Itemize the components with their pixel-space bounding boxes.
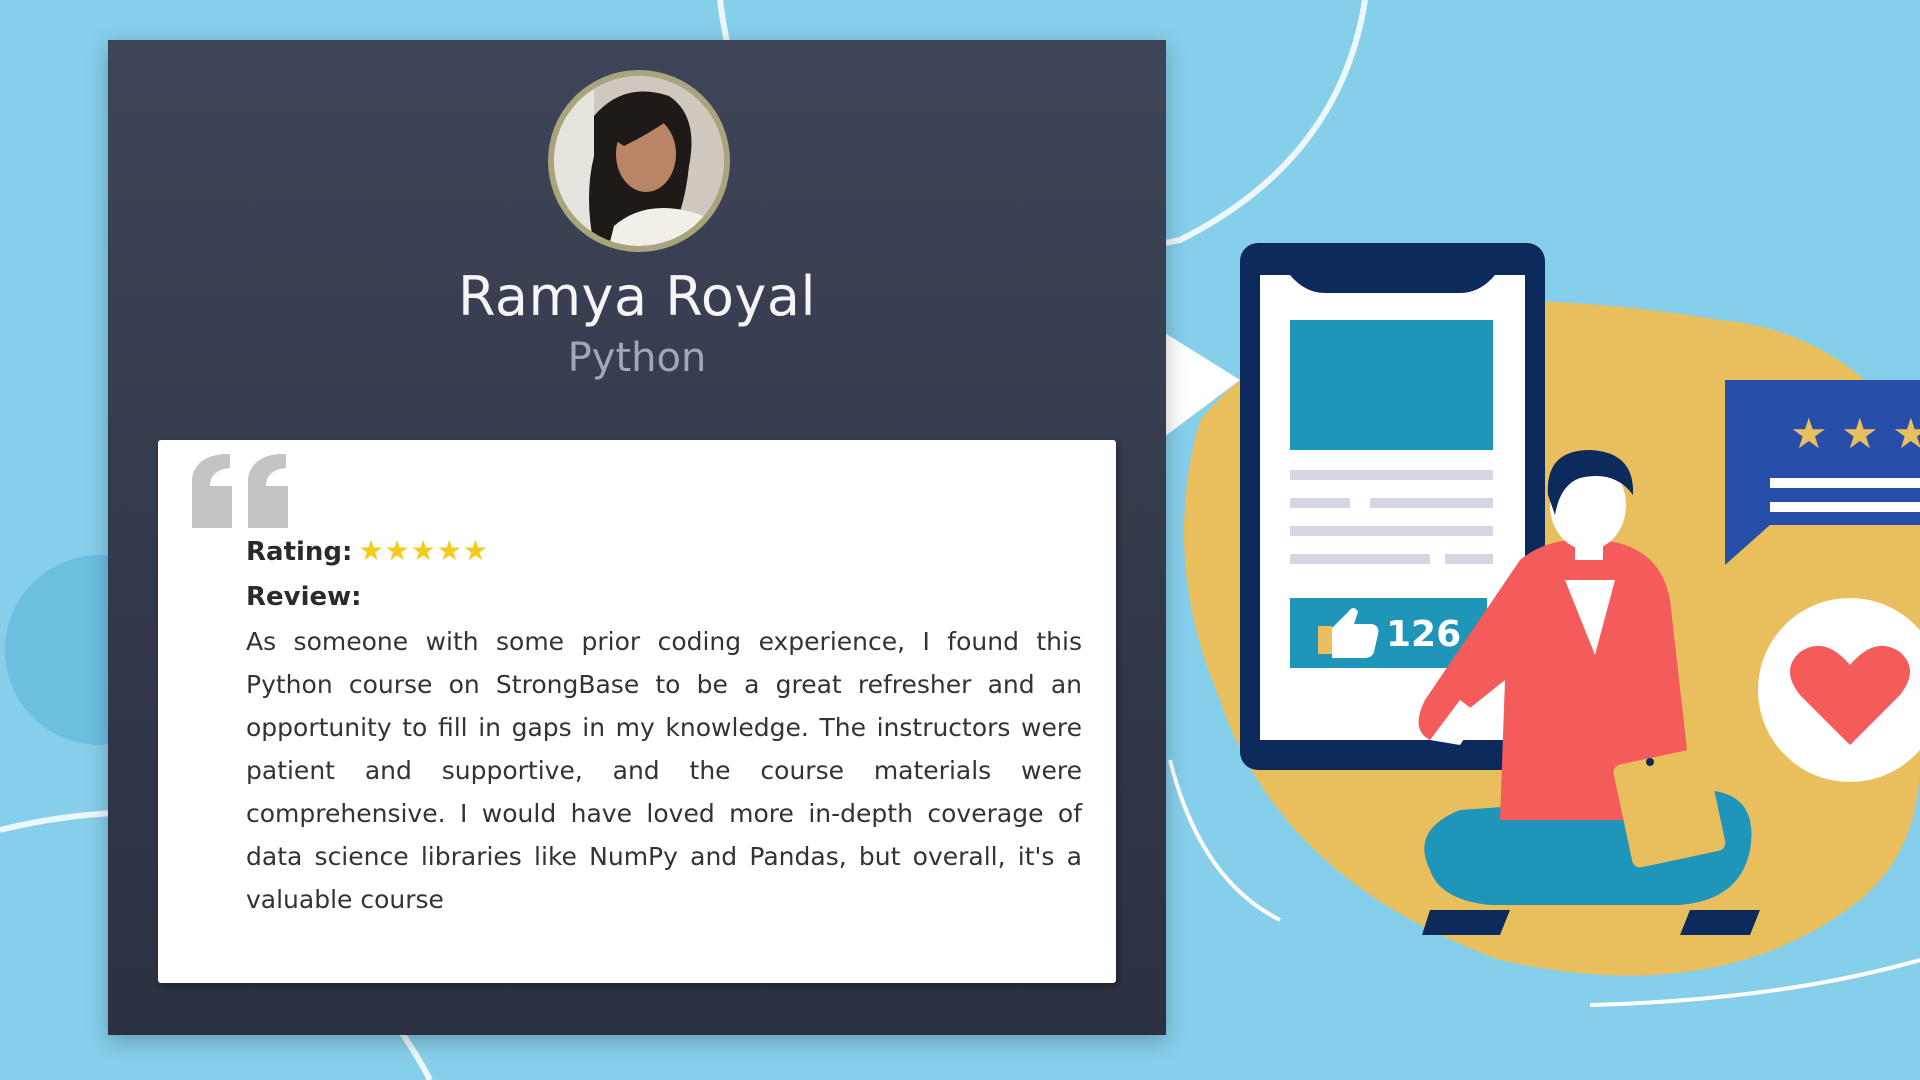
review-text: As someone with some prior coding experi… bbox=[246, 627, 1082, 914]
review-illustration: 126 ★ ★ ★ bbox=[1160, 243, 1920, 1007]
text-line bbox=[1290, 526, 1493, 536]
review-box: Rating: ★★★★★ Review: As someone with som… bbox=[158, 440, 1116, 983]
rating-label: Rating: bbox=[246, 537, 353, 567]
bubble-line bbox=[1770, 478, 1920, 488]
bubble-line bbox=[1770, 502, 1920, 512]
like-count: 126 bbox=[1386, 614, 1461, 655]
review-label: Review: bbox=[246, 582, 362, 612]
text-line bbox=[1290, 498, 1350, 508]
text-line bbox=[1290, 470, 1493, 480]
image-placeholder bbox=[1290, 320, 1493, 450]
avatar-photo bbox=[554, 76, 724, 246]
rating-stars: ★★★★★ bbox=[358, 534, 489, 567]
testimonial-card: Ramya Royal Python Rating: ★★★★★ Review: … bbox=[108, 40, 1166, 1035]
rating-row: Rating: ★★★★★ bbox=[246, 530, 1082, 572]
bubble-stars: ★ ★ ★ bbox=[1790, 409, 1920, 458]
text-line bbox=[1445, 554, 1493, 564]
reviewer-name: Ramya Royal bbox=[458, 265, 816, 328]
avatar bbox=[548, 70, 730, 252]
course-name: Python bbox=[567, 335, 707, 381]
text-line bbox=[1290, 554, 1430, 564]
review-content: Rating: ★★★★★ Review: As someone with som… bbox=[246, 530, 1082, 921]
text-line bbox=[1370, 498, 1493, 508]
background-curve bbox=[397, 1028, 433, 1080]
